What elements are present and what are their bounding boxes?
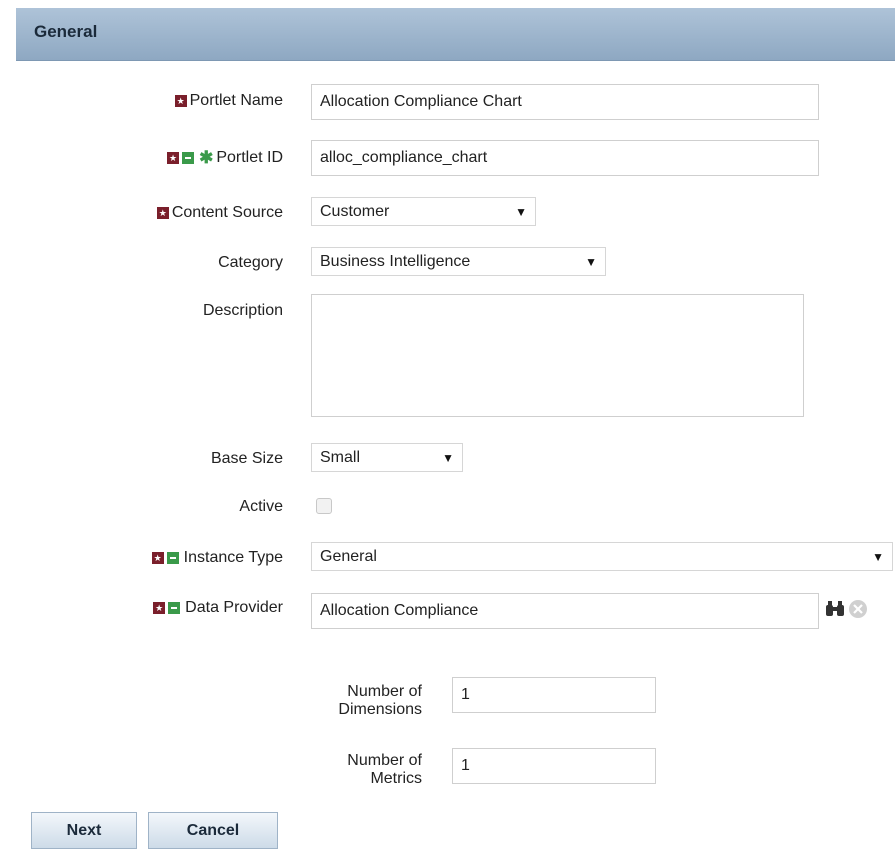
- dropdown-arrow-icon: ▼: [585, 254, 597, 269]
- section-title: General: [34, 22, 98, 41]
- content-source-label: ★ Content Source: [156, 204, 283, 221]
- data-provider-label: ★ Data Provider: [153, 599, 283, 616]
- translatable-icon: [168, 602, 181, 614]
- section-header: General: [16, 8, 895, 61]
- cancel-button[interactable]: Cancel: [148, 812, 278, 849]
- unique-asterisk-icon: ✱: [199, 148, 214, 167]
- translatable-icon: [166, 552, 179, 564]
- next-button[interactable]: Next: [31, 812, 137, 849]
- category-select[interactable]: Business Intelligence ▼: [311, 247, 606, 276]
- instance-type-label: ★ Instance Type: [151, 549, 283, 566]
- active-label: Active: [239, 498, 283, 515]
- num-metrics-label: Number of Metrics: [347, 752, 422, 787]
- required-icon: ★: [167, 152, 180, 164]
- base-size-label: Base Size: [210, 450, 283, 467]
- clear-icon[interactable]: [848, 599, 868, 619]
- active-checkbox[interactable]: [316, 498, 332, 514]
- required-icon: ★: [156, 207, 169, 219]
- dropdown-arrow-icon: ▼: [442, 450, 454, 465]
- dropdown-arrow-icon: ▼: [515, 204, 527, 219]
- required-icon: ★: [153, 602, 166, 614]
- instance-type-select[interactable]: General ▼: [311, 542, 893, 571]
- data-provider-input[interactable]: Allocation Compliance: [311, 593, 819, 629]
- portlet-name-label: ★ Portlet Name: [174, 92, 283, 109]
- category-label: Category: [218, 254, 283, 271]
- content-source-select[interactable]: Customer ▼: [311, 197, 536, 226]
- description-label: Description: [202, 302, 283, 319]
- required-icon: ★: [151, 552, 164, 564]
- portlet-id-label: ★ ✱ Portlet ID: [167, 148, 283, 167]
- binoculars-icon[interactable]: [825, 600, 845, 618]
- translatable-icon: [182, 152, 195, 164]
- description-textarea[interactable]: [311, 294, 804, 417]
- num-dimensions-input[interactable]: 1: [452, 677, 656, 713]
- dropdown-arrow-icon: ▼: [872, 549, 884, 564]
- base-size-select[interactable]: Small ▼: [311, 443, 463, 472]
- portlet-name-input[interactable]: Allocation Compliance Chart: [311, 84, 819, 120]
- portlet-id-input[interactable]: alloc_compliance_chart: [311, 140, 819, 176]
- num-dimensions-label: Number of Dimensions: [338, 683, 422, 718]
- num-metrics-input[interactable]: 1: [452, 748, 656, 784]
- required-icon: ★: [174, 95, 187, 107]
